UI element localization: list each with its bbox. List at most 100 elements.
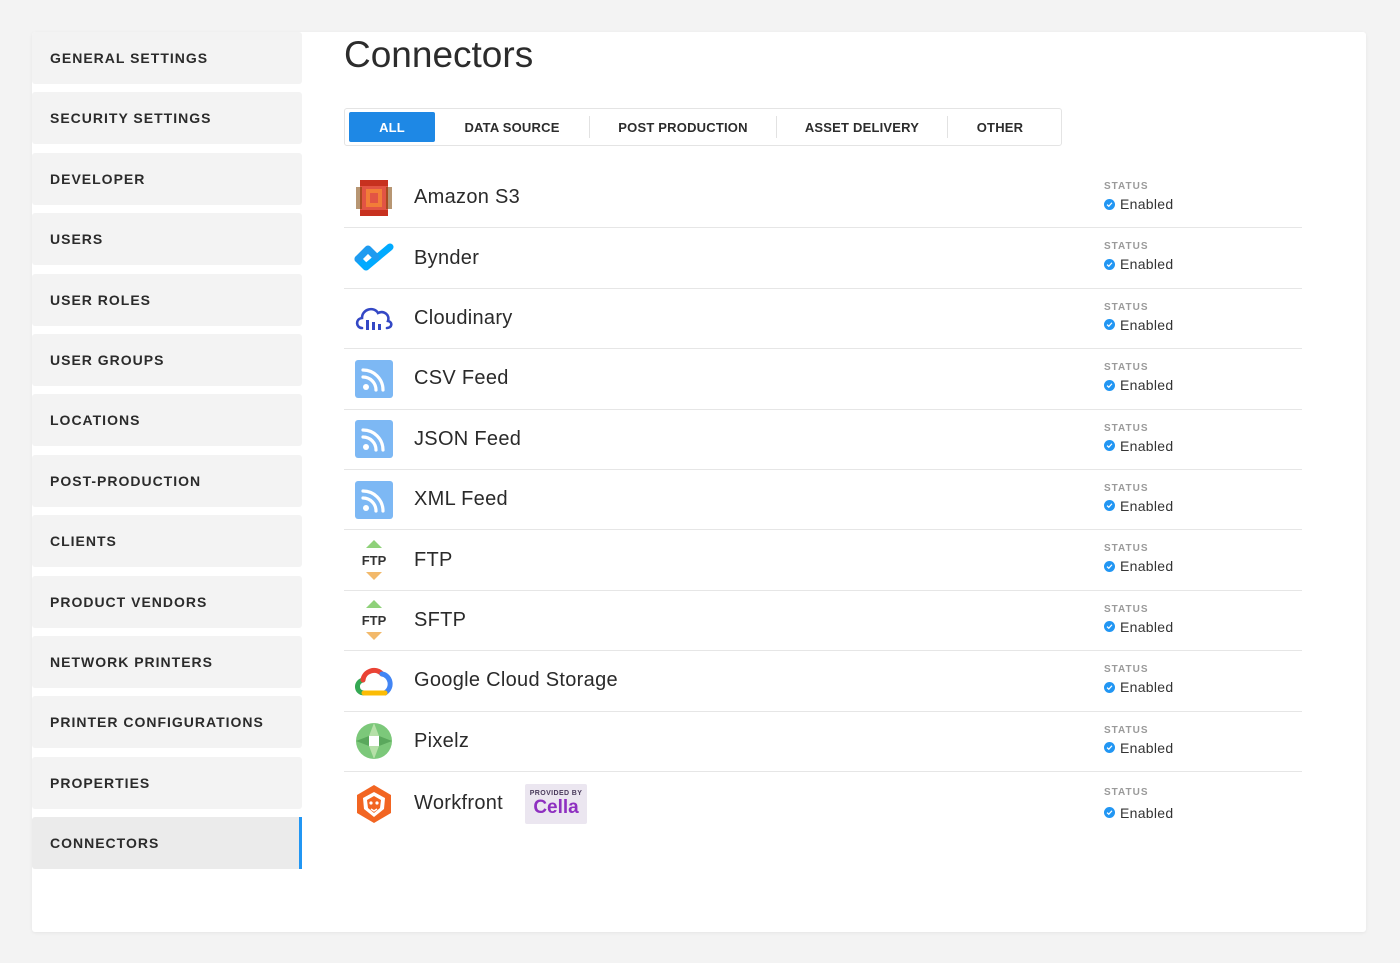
status-label: STATUS: [1104, 482, 1149, 494]
settings-sidebar: GENERAL SETTINGS SECURITY SETTINGS DEVEL…: [32, 32, 302, 877]
sidebar-item-clients[interactable]: CLIENTS: [32, 515, 302, 568]
sidebar-item-user-roles[interactable]: USER ROLES: [32, 273, 302, 326]
workfront-icon: [354, 784, 394, 824]
status-value: Enabled: [1120, 196, 1174, 212]
connector-row-json-feed[interactable]: JSON Feed STATUS Enabled: [344, 410, 1302, 470]
connector-row-pixelz[interactable]: Pixelz STATUS Enabled: [344, 712, 1302, 772]
connector-row-bynder[interactable]: Bynder STATUS Enabled: [344, 228, 1302, 289]
status-value: Enabled: [1120, 558, 1174, 575]
status-label: STATUS: [1104, 724, 1149, 736]
status-label: STATUS: [1104, 422, 1149, 434]
check-circle-icon: [1104, 500, 1115, 512]
status-value: Enabled: [1120, 618, 1174, 635]
status-label: STATUS: [1104, 603, 1149, 615]
status-value: Enabled: [1120, 437, 1174, 454]
check-circle-icon: [1104, 319, 1115, 331]
connector-name: Workfront: [414, 792, 504, 815]
badge-caption: PROVIDED BY: [529, 790, 583, 798]
sidebar-item-developer[interactable]: DEVELOPER: [32, 152, 302, 205]
sidebar-item-properties[interactable]: PROPERTIES: [32, 756, 302, 809]
check-circle-icon: [1104, 198, 1115, 210]
check-circle-icon: [1104, 681, 1115, 693]
connector-status: STATUS Enabled: [1104, 423, 1173, 454]
connector-row-sftp[interactable]: FTP SFTP STATUS Enabled: [344, 591, 1302, 652]
tab-other[interactable]: OTHER: [948, 112, 1052, 142]
connector-row-xml-feed[interactable]: XML Feed STATUS Enabled: [344, 470, 1302, 531]
status-label: STATUS: [1104, 181, 1149, 192]
status-value: Enabled: [1120, 804, 1174, 821]
connector-filter-tabs: ALL DATA SOURCE POST PRODUCTION ASSET DE…: [344, 108, 1062, 146]
sidebar-item-product-vendors[interactable]: PRODUCT VENDORS: [32, 575, 302, 628]
pixelz-icon: [354, 721, 394, 761]
connector-status: STATUS Enabled: [1104, 362, 1173, 393]
svg-text:FTP: FTP: [362, 553, 387, 568]
check-circle-icon: [1104, 560, 1115, 572]
connector-status: STATUS Enabled: [1104, 181, 1173, 212]
status-value: Enabled: [1120, 497, 1174, 514]
connector-status: STATUS Enabled: [1104, 787, 1173, 821]
connector-row-ftp[interactable]: FTP FTP STATUS Enabled: [344, 530, 1302, 591]
status-value: Enabled: [1120, 316, 1174, 333]
status-label: STATUS: [1104, 786, 1149, 798]
connector-name: Pixelz: [414, 729, 470, 752]
check-circle-icon: [1104, 807, 1115, 819]
sidebar-item-post-production[interactable]: POST-PRODUCTION: [32, 454, 302, 507]
connector-name: SFTP: [414, 608, 467, 631]
check-circle-icon: [1104, 258, 1115, 270]
connector-row-workfront[interactable]: Workfront PROVIDED BY Cella STATUS Enabl…: [344, 772, 1302, 836]
sidebar-item-users[interactable]: USERS: [32, 213, 302, 266]
connector-list: Amazon S3 STATUS Enabled Bynder STATUS E…: [344, 168, 1302, 836]
connector-row-amazon-s3[interactable]: Amazon S3 STATUS Enabled: [344, 168, 1302, 229]
connector-name: Amazon S3: [414, 186, 521, 209]
rss-feed-icon: [354, 359, 394, 399]
cella-logo: Cella: [533, 797, 579, 819]
connector-name: Bynder: [414, 246, 480, 269]
status-value: Enabled: [1120, 739, 1174, 756]
status-label: STATUS: [1104, 362, 1149, 374]
tab-all[interactable]: ALL: [349, 112, 435, 142]
connector-status: STATUS Enabled: [1104, 483, 1173, 514]
check-circle-icon: [1104, 742, 1115, 754]
tab-data-source[interactable]: DATA SOURCE: [435, 112, 589, 142]
sidebar-item-connectors[interactable]: CONNECTORS: [32, 817, 302, 870]
sidebar-item-user-groups[interactable]: USER GROUPS: [32, 333, 302, 386]
check-circle-icon: [1104, 621, 1115, 633]
check-circle-icon: [1104, 379, 1115, 391]
connector-name: Google Cloud Storage: [414, 669, 618, 692]
sidebar-item-network-printers[interactable]: NETWORK PRINTERS: [32, 635, 302, 688]
check-circle-icon: [1104, 440, 1115, 452]
connector-name: Cloudinary: [414, 306, 513, 329]
status-value: Enabled: [1120, 377, 1174, 394]
connector-name: XML Feed: [414, 488, 508, 511]
connector-status: STATUS Enabled: [1104, 664, 1173, 695]
status-value: Enabled: [1120, 256, 1174, 273]
sidebar-item-locations[interactable]: LOCATIONS: [32, 394, 302, 447]
connector-status: STATUS Enabled: [1104, 604, 1173, 635]
sidebar-item-printer-configurations[interactable]: PRINTER CONFIGURATIONS: [32, 696, 302, 749]
tab-asset-delivery[interactable]: ASSET DELIVERY: [777, 112, 947, 142]
connector-status: STATUS Enabled: [1104, 241, 1173, 272]
connector-row-cloudinary[interactable]: Cloudinary STATUS Enabled: [344, 289, 1302, 350]
rss-feed-icon: [354, 419, 394, 459]
svg-text:FTP: FTP: [362, 613, 387, 628]
connector-row-google-cloud-storage[interactable]: Google Cloud Storage STATUS Enabled: [344, 651, 1302, 712]
status-label: STATUS: [1104, 543, 1149, 555]
connector-status: STATUS Enabled: [1104, 302, 1173, 333]
amazon-s3-icon: [354, 178, 394, 218]
connector-row-csv-feed[interactable]: CSV Feed STATUS Enabled: [344, 349, 1302, 410]
status-label: STATUS: [1104, 241, 1149, 253]
sidebar-item-general-settings[interactable]: GENERAL SETTINGS: [32, 32, 302, 84]
status-label: STATUS: [1104, 664, 1149, 676]
status-value: Enabled: [1120, 679, 1174, 696]
connectors-main: Connectors ALL DATA SOURCE POST PRODUCTI…: [344, 30, 1302, 836]
tab-post-production[interactable]: POST PRODUCTION: [590, 112, 776, 142]
page-title: Connectors: [344, 34, 534, 75]
ftp-icon: FTP: [354, 540, 394, 581]
status-label: STATUS: [1104, 301, 1149, 313]
connector-name: FTP: [414, 548, 453, 571]
connector-name: CSV Feed: [414, 367, 509, 390]
bynder-icon: [354, 238, 394, 278]
cella-provided-badge: PROVIDED BY Cella: [525, 783, 588, 824]
google-cloud-icon: [354, 661, 394, 701]
sidebar-item-security-settings[interactable]: SECURITY SETTINGS: [32, 92, 302, 145]
